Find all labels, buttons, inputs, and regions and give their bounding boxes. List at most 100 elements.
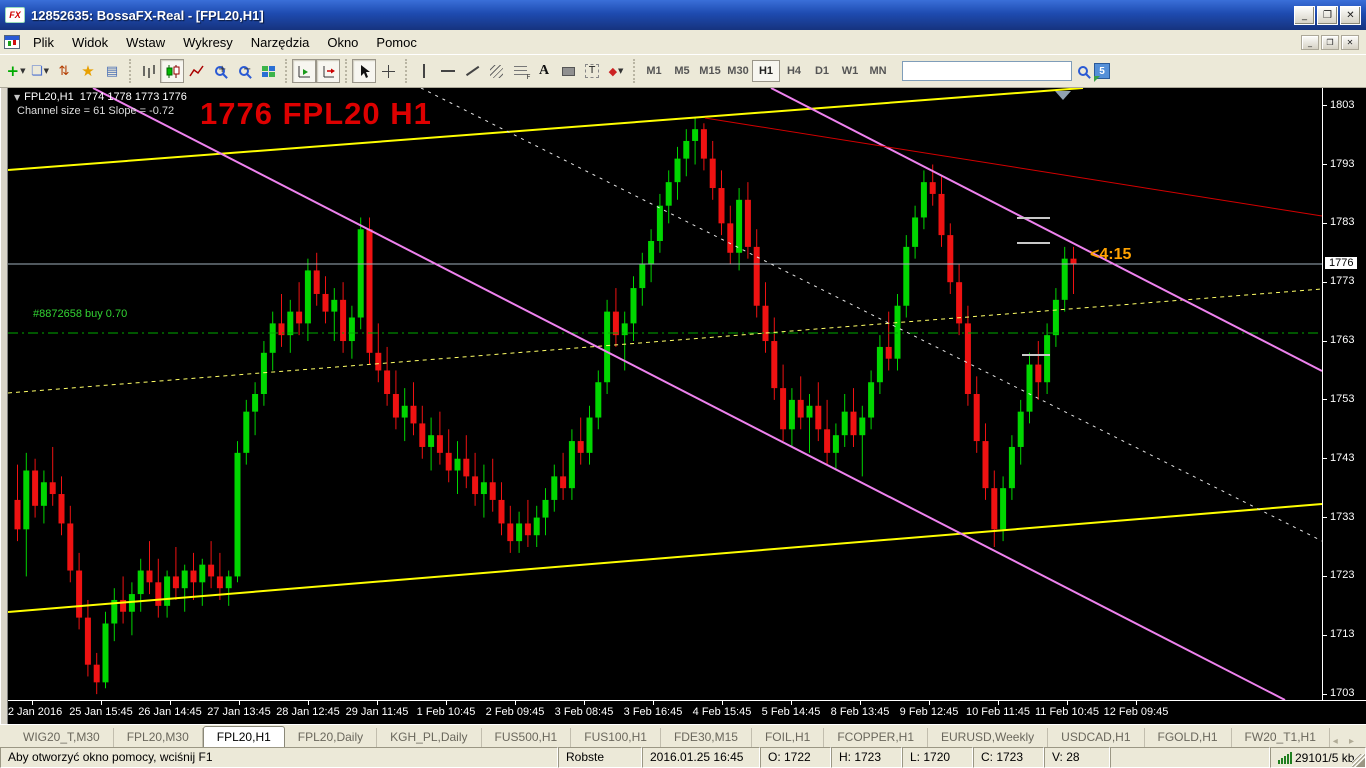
menu-plik[interactable]: Plik — [24, 32, 63, 53]
candle-body — [841, 411, 848, 436]
status-network-text: 29101/5 kb — [1295, 750, 1355, 765]
timeframe-m1[interactable]: M1 — [640, 60, 668, 82]
tile-windows-button[interactable] — [256, 59, 280, 83]
fibonacci-button[interactable]: F — [508, 59, 532, 83]
timeframe-h4[interactable]: H4 — [780, 60, 808, 82]
chart-tab-kgh-pl-daily[interactable]: KGH_PL,Daily — [377, 728, 482, 747]
x-tick-mark — [860, 701, 861, 705]
minimize-button[interactable]: _ — [1294, 5, 1315, 25]
chart-tab-foil-h1[interactable]: FOIL,H1 — [752, 728, 825, 747]
cursor-button[interactable] — [352, 59, 376, 83]
candle-body — [762, 305, 769, 342]
close-button[interactable]: ✕ — [1340, 5, 1361, 25]
text-tool-button[interactable]: A — [532, 59, 556, 83]
candle-body — [507, 523, 514, 542]
resize-grip[interactable] — [1352, 754, 1365, 767]
timeframe-m30[interactable]: M30 — [724, 60, 752, 82]
candle-body — [32, 470, 39, 506]
vertical-line-icon — [423, 64, 425, 78]
menu-pomoc[interactable]: Pomoc — [367, 32, 425, 53]
chart-tab-fus100-h1[interactable]: FUS100,H1 — [571, 728, 661, 747]
zoom-out-button[interactable]: − — [232, 59, 256, 83]
timeframe-m5[interactable]: M5 — [668, 60, 696, 82]
menu-widok[interactable]: Widok — [63, 32, 117, 53]
search-icon[interactable] — [1078, 66, 1088, 76]
price-axis[interactable]: 1776 1803 1793 1783 1773 1763 1753 1743 1733 172… — [1322, 88, 1366, 700]
zoom-in-button[interactable]: + — [208, 59, 232, 83]
candle-body — [304, 270, 311, 324]
y-tick-label: 1723 — [1330, 569, 1355, 582]
search-input[interactable] — [902, 61, 1072, 81]
x-tick-label: 11 Feb 10:45 — [1034, 706, 1100, 718]
vertical-line-button[interactable] — [412, 59, 436, 83]
refresh-symbols-button[interactable]: ⇅ — [52, 59, 76, 83]
timeframe-d1[interactable]: D1 — [808, 60, 836, 82]
tab-scroll-arrows[interactable]: ◂ ▸ — [1333, 736, 1366, 747]
chart-tab-usdcad-h1[interactable]: USDCAD,H1 — [1048, 728, 1145, 747]
candlestick-chart-button[interactable] — [160, 59, 184, 83]
menu-okno[interactable]: Okno — [318, 32, 367, 53]
line-chart-button[interactable] — [184, 59, 208, 83]
auto-scroll-button[interactable] — [292, 59, 316, 83]
x-tick-label: 12 Feb 09:45 — [1103, 706, 1169, 718]
chart-tab-eurusd-weekly[interactable]: EURUSD,Weekly — [928, 728, 1049, 747]
candle-body — [674, 158, 681, 183]
chart-watermark: 1776 FPL20 H1 — [200, 96, 432, 131]
chart-shift-button[interactable] — [316, 59, 340, 83]
list-icon: ▤ — [105, 63, 119, 79]
chart-shift-icon — [323, 65, 335, 77]
candle-body — [947, 235, 954, 283]
chart-tab-fpl20-daily[interactable]: FPL20,Daily — [285, 728, 378, 747]
symbol-dropdown-icon[interactable]: ▼ — [14, 93, 20, 102]
restore-button[interactable]: ❐ — [1317, 5, 1338, 25]
candle-body — [375, 352, 382, 371]
mdi-restore-button[interactable]: ❐ — [1321, 34, 1339, 50]
mdi-minimize-button[interactable]: _ — [1301, 34, 1319, 50]
bar-chart-button[interactable] — [136, 59, 160, 83]
time-axis[interactable]: 22 Jan 2016 25 Jan 15:45 26 Jan 14:45 27 Ja… — [8, 700, 1366, 724]
text-label-button[interactable]: T — [580, 59, 604, 83]
favorites-button[interactable]: ★ — [76, 59, 100, 83]
timeframe-mn[interactable]: MN — [864, 60, 892, 82]
chart-plot-area[interactable]: ▼ FPL20,H1 1774 1778 1773 1776 Channel si… — [8, 88, 1322, 700]
chart-document-icon[interactable] — [4, 35, 20, 49]
timeframe-m15[interactable]: M15 — [696, 60, 724, 82]
timeframe-h1[interactable]: H1 — [752, 60, 780, 82]
x-tick-mark — [377, 701, 378, 705]
chart-tab-fgold-h1[interactable]: FGOLD,H1 — [1145, 728, 1232, 747]
chart-tab-fde30-m15[interactable]: FDE30,M15 — [661, 728, 752, 747]
candle-body — [1035, 364, 1042, 383]
candle-body — [639, 264, 646, 289]
arrow-tools-button[interactable]: ◆ ▼ — [604, 59, 628, 83]
new-chart-button[interactable]: + ▼ — [4, 59, 28, 83]
candle-body — [885, 346, 892, 359]
chart-tab-fpl20-m30[interactable]: FPL20,M30 — [114, 728, 203, 747]
menu-narzędzia[interactable]: Narzędzia — [242, 32, 319, 53]
chart-tab-fpl20-h1[interactable]: FPL20,H1 — [202, 726, 285, 747]
timeframe-w1[interactable]: W1 — [836, 60, 864, 82]
chart-profiles-button[interactable]: ❏ ▼ — [28, 59, 52, 83]
notification-badge[interactable]: 5 — [1094, 63, 1110, 82]
chart-tab-fus500-h1[interactable]: FUS500,H1 — [482, 728, 572, 747]
crosshair-button[interactable] — [376, 59, 400, 83]
status-open: O: 1722 — [760, 747, 831, 768]
signal-bars-icon — [1278, 751, 1292, 764]
candle-body — [929, 182, 936, 194]
mdi-close-button[interactable]: ✕ — [1341, 34, 1359, 50]
yellow-channel-bottom — [8, 503, 1322, 613]
data-window-button[interactable]: ▤ — [100, 59, 124, 83]
menu-wstaw[interactable]: Wstaw — [117, 32, 174, 53]
toolbar-separator — [285, 59, 287, 83]
horizontal-line-button[interactable] — [436, 59, 460, 83]
equidistant-channel-button[interactable] — [484, 59, 508, 83]
trendline-button[interactable] — [460, 59, 484, 83]
x-tick-label: 27 Jan 13:45 — [207, 706, 271, 718]
chart-tab-wig20-t-m30[interactable]: WIG20_T,M30 — [10, 728, 114, 747]
chart-tab-fw20-t1-h1[interactable]: FW20_T1,H1 — [1232, 728, 1330, 747]
chart-tab-fcopper-h1[interactable]: FCOPPER,H1 — [824, 728, 929, 747]
cursor-icon — [360, 64, 370, 78]
x-tick-mark — [1067, 701, 1068, 705]
menu-wykresy[interactable]: Wykresy — [174, 32, 242, 53]
y-tick-mark — [1323, 517, 1327, 519]
shapes-button[interactable] — [556, 59, 580, 83]
